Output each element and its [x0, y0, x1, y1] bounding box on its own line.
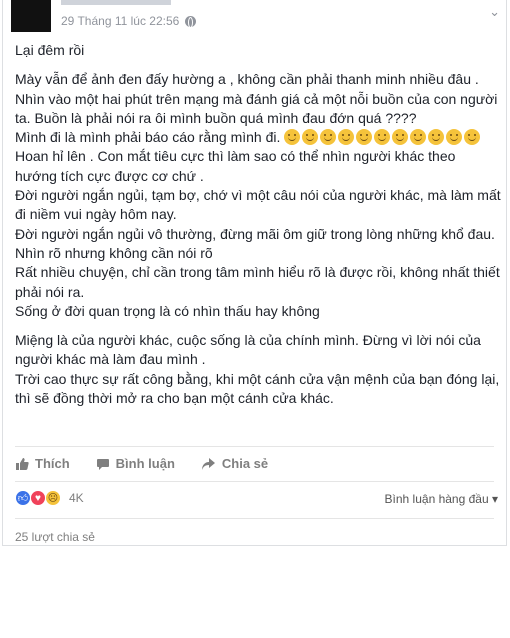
comment-sort-dropdown[interactable]: Bình luận hàng đầu ▾ [385, 492, 498, 506]
love-reaction-icon: ♥ [30, 490, 46, 506]
post-line: Trời cao thực sự rất công bằng, khi một … [15, 370, 500, 407]
smile-emoji-icon [464, 129, 481, 146]
smile-emoji-icon [446, 129, 463, 146]
share-icon [201, 457, 215, 470]
caret-down-icon: ▾ [491, 492, 498, 506]
divider [15, 446, 494, 447]
like-reaction-icon: 👍︎ [15, 490, 31, 506]
post-line: Rất nhiều chuyện, chỉ cần trong tâm mình… [15, 264, 500, 300]
share-count[interactable]: 25 lượt chia sẻ [15, 530, 95, 544]
timestamp[interactable]: 29 Tháng 11 lúc 22:56 [61, 14, 179, 28]
share-button[interactable]: Chia sẻ [201, 456, 268, 471]
comment-label: Bình luận [115, 456, 175, 471]
share-label: Chia sẻ [221, 456, 269, 471]
post-meta: 29 Tháng 11 lúc 22:56 [61, 14, 197, 28]
sort-label: Bình luận hàng đầu [384, 492, 489, 506]
avatar[interactable] [11, 0, 51, 32]
post-line: Nhìn vào một hai phút trên mạng mà đánh … [15, 90, 498, 126]
comment-icon [96, 458, 109, 470]
post-line: Sống ở đời quan trọng là có nhìn thấu ha… [15, 302, 320, 319]
like-label: Thích [35, 456, 70, 471]
author-name-redacted[interactable] [61, 0, 171, 5]
smile-emoji-icon [284, 129, 301, 146]
chevron-down-icon[interactable]: ⌄ [489, 4, 500, 20]
globe-icon [185, 15, 197, 28]
post-card: 29 Tháng 11 lúc 22:56 ⌄ Lại đêm rồi Mày … [2, 0, 507, 546]
smile-emoji-icon [338, 129, 355, 146]
post-line: Mày vẫn để ảnh đen đấy hường a , không c… [15, 71, 479, 88]
action-bar: Thích Bình luận Chia sẻ [15, 456, 268, 471]
smile-emoji-icon [320, 129, 337, 146]
post-line: Đời người ngắn ngủi vô thường, đừng mãi … [15, 225, 495, 242]
like-button[interactable]: Thích [15, 456, 70, 471]
post-line: Miệng là của người khác, cuộc sống là củ… [15, 332, 481, 368]
divider [15, 518, 494, 519]
post-line-text: Mình đi là mình phải báo cáo rằng mình đ… [15, 129, 281, 146]
sad-reaction-icon: ☹ [45, 490, 61, 506]
smile-emoji-icon [374, 129, 391, 146]
reaction-count: 4K [69, 491, 84, 505]
smile-emoji-icon [356, 129, 373, 146]
post-line: Nhìn rõ nhưng không cần nói rõ [15, 244, 213, 261]
thumbs-up-icon [16, 457, 29, 470]
post-line: Hoan hỉ lên . Con mắt tiêu cực thì làm s… [15, 148, 456, 184]
smile-emoji-icon [428, 129, 445, 146]
post-line: Lại đêm rồi [15, 42, 85, 58]
post-body: Lại đêm rồi Mày vẫn để ảnh đen đấy hường… [15, 41, 501, 408]
divider [15, 481, 494, 482]
smile-emoji-icon [392, 129, 409, 146]
comment-button[interactable]: Bình luận [96, 456, 175, 471]
post-line: Mình đi là mình phải báo cáo rằng mình đ… [15, 128, 501, 147]
smile-emoji-icon [410, 129, 427, 146]
emoji-row [284, 129, 482, 146]
post-line: Đời người ngắn ngủi, tạm bợ, chớ vì một … [15, 187, 501, 223]
smile-emoji-icon [302, 129, 319, 146]
reaction-summary[interactable]: 👍︎ ♥ ☹ 4K [15, 490, 84, 506]
